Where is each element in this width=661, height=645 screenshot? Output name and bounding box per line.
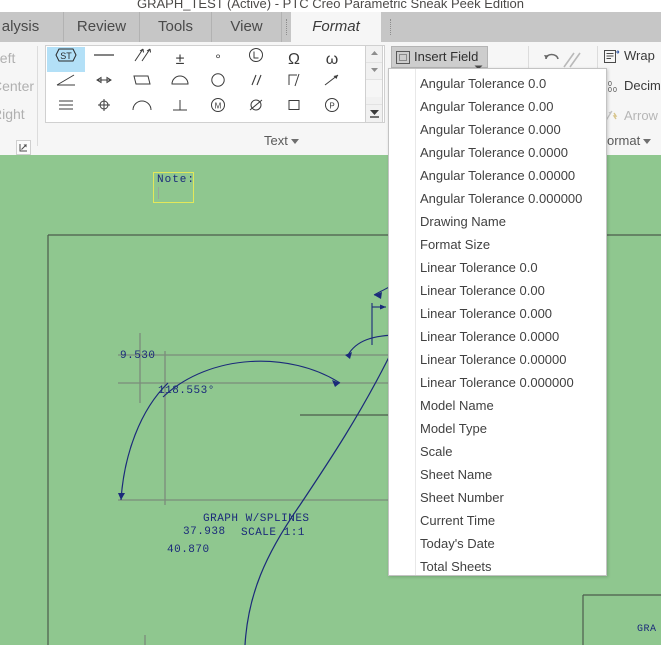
tab-tools[interactable]: Tools [140,12,212,42]
symbol-surface-finish[interactable] [123,47,161,72]
symbol-st[interactable]: ST [47,47,85,72]
svg-text:0: 0 [608,87,612,94]
annotation-vertical-dimension[interactable]: 9.530 [120,350,156,362]
menu-item-model-type[interactable]: Model Type [416,417,606,440]
symbol-symmetry[interactable] [47,97,85,122]
dialog-box-launcher-icon[interactable] [16,140,31,155]
symbol-palette[interactable]: ST ± ° Ω ω M P [45,45,385,123]
group-text-caret-icon[interactable] [290,139,299,145]
creo-parametric-window: GRAPH_TEST (Active) - PTC Creo Parametri… [0,0,661,645]
menu-item-sheet-number[interactable]: Sheet Number [416,486,606,509]
menu-item-linear-tolerance-0-000[interactable]: Linear Tolerance 0.000 [416,302,606,325]
svg-text:P: P [329,102,334,111]
group-label-format[interactable]: ormat [607,133,652,148]
menu-item-current-time[interactable]: Current Time [416,509,606,532]
menu-item-drawing-name[interactable]: Drawing Name [416,210,606,233]
menu-icon-gutter [389,69,416,575]
tab-analysis[interactable]: alysis [0,12,64,42]
menu-item-format-size[interactable]: Format Size [416,233,606,256]
symbol-square[interactable] [275,97,313,122]
annotation-drawing-title[interactable]: GRAPH W/SPLINES [203,513,310,525]
menu-item-angular-tolerance-0-00000[interactable]: Angular Tolerance 0.00000 [416,164,606,187]
symbol-degree[interactable]: ° [199,47,237,72]
symbol-circle[interactable] [199,72,237,97]
menu-item-todays-date[interactable]: Today's Date [416,532,606,555]
symbol-cone[interactable] [161,72,199,97]
symbol-projected-tolerance[interactable]: P [313,97,351,122]
menu-item-linear-tolerance-0-00[interactable]: Linear Tolerance 0.00 [416,279,606,302]
symbol-profile-line[interactable] [275,72,313,97]
symbol-palette-scrollbar[interactable] [365,45,383,123]
symbol-arc[interactable] [123,97,161,122]
ribbon-tab-strip: alysis Review Tools View Format [0,12,661,42]
symbol-omega-lowercase[interactable]: ω [313,47,351,72]
symbol-arrow-diagonal[interactable] [313,72,351,97]
tab-strip-filler [398,12,661,42]
menu-item-linear-tolerance-0-00000[interactable]: Linear Tolerance 0.00000 [416,348,606,371]
align-center-label[interactable]: Center [0,78,34,94]
scroll-more-icon[interactable] [366,104,382,121]
insert-field-label: Insert Field [414,49,479,64]
scroll-track[interactable] [366,80,382,97]
align-right-label[interactable]: Right [0,106,25,122]
menu-item-angular-tolerance-0-000000[interactable]: Angular Tolerance 0.000000 [416,187,606,210]
symbol-line[interactable] [85,47,123,72]
symbol-maximum-material-condition[interactable]: M [199,97,237,122]
note-text: Note: [157,174,196,186]
ribbon-divider-1 [37,46,38,146]
tab-format[interactable]: Format [291,12,381,42]
menu-item-angular-tolerance-0-0000[interactable]: Angular Tolerance 0.0000 [416,141,606,164]
menu-item-sheet-name[interactable]: Sheet Name [416,463,606,486]
symbol-plus-minus[interactable]: ± [161,47,199,72]
decimal-places-label: Decim [624,78,661,93]
menu-item-linear-tolerance-0-0000[interactable]: Linear Tolerance 0.0000 [416,325,606,348]
symbol-diameter[interactable] [237,97,275,122]
menu-item-scale[interactable]: Scale [416,440,606,463]
group-label-text-caption: Text [264,133,288,148]
text-cursor [158,187,159,199]
menu-item-model-name[interactable]: Model Name [416,394,606,417]
symbol-position[interactable] [85,97,123,122]
symbol-angularity[interactable] [47,72,85,97]
symbol-parallel[interactable] [237,72,275,97]
text-wrap-icon [603,49,620,67]
svg-text:ST: ST [60,51,72,61]
menu-item-total-sheets[interactable]: Total Sheets [416,555,606,578]
symbol-dimension-arrow[interactable] [85,72,123,97]
menu-item-angular-tolerance-0-000[interactable]: Angular Tolerance 0.000 [416,118,606,141]
group-label-text[interactable]: Text [264,133,299,148]
annotation-diagonal-dimension[interactable]: 40.870 [167,544,210,556]
window-title: GRAPH_TEST (Active) - PTC Creo Parametri… [137,0,524,11]
annotation-title-block[interactable]: GRA [637,624,657,635]
text-alignment-group: Left Center Right [0,42,37,155]
wrap-text-label: Wrap [624,48,655,63]
menu-item-linear-tolerance-0-0[interactable]: Linear Tolerance 0.0 [416,256,606,279]
svg-text:M: M [215,102,222,111]
insert-field-button[interactable]: Insert Field [391,46,488,70]
window-title-bar: GRAPH_TEST (Active) - PTC Creo Parametri… [0,0,661,12]
symbol-omega[interactable]: Ω [275,47,313,72]
tab-separator-left [286,19,288,35]
annotation-angular-dimension[interactable]: 118.553° [158,385,215,397]
group-label-format-caption: ormat [607,133,641,148]
symbol-least-material-condition[interactable] [237,47,275,72]
annotation-drawing-scale[interactable]: SCALE 1:1 [241,527,305,539]
annotation-horizontal-dimension[interactable]: 37.938 [183,526,226,538]
insert-field-icon [396,51,410,64]
group-format-caret-icon[interactable] [643,139,652,145]
scroll-down-icon[interactable] [366,63,382,80]
menu-item-linear-tolerance-0-000000[interactable]: Linear Tolerance 0.000000 [416,371,606,394]
tab-review[interactable]: Review [64,12,140,42]
arrow-style-label: Arrow [624,108,658,123]
insert-field-dropdown-menu[interactable]: Angular Tolerance 0.0 Angular Tolerance … [388,68,607,576]
menu-item-angular-tolerance-0-0[interactable]: Angular Tolerance 0.0 [416,72,606,95]
symbol-parallelogram[interactable] [123,72,161,97]
tab-view[interactable]: View [212,12,282,42]
align-left-label[interactable]: Left [0,50,15,66]
symbol-perpendicular[interactable] [161,97,199,122]
tab-separator-right [390,19,392,35]
scroll-up-icon[interactable] [366,46,382,63]
svg-text:0: 0 [613,87,617,94]
menu-item-angular-tolerance-0-00[interactable]: Angular Tolerance 0.00 [416,95,606,118]
